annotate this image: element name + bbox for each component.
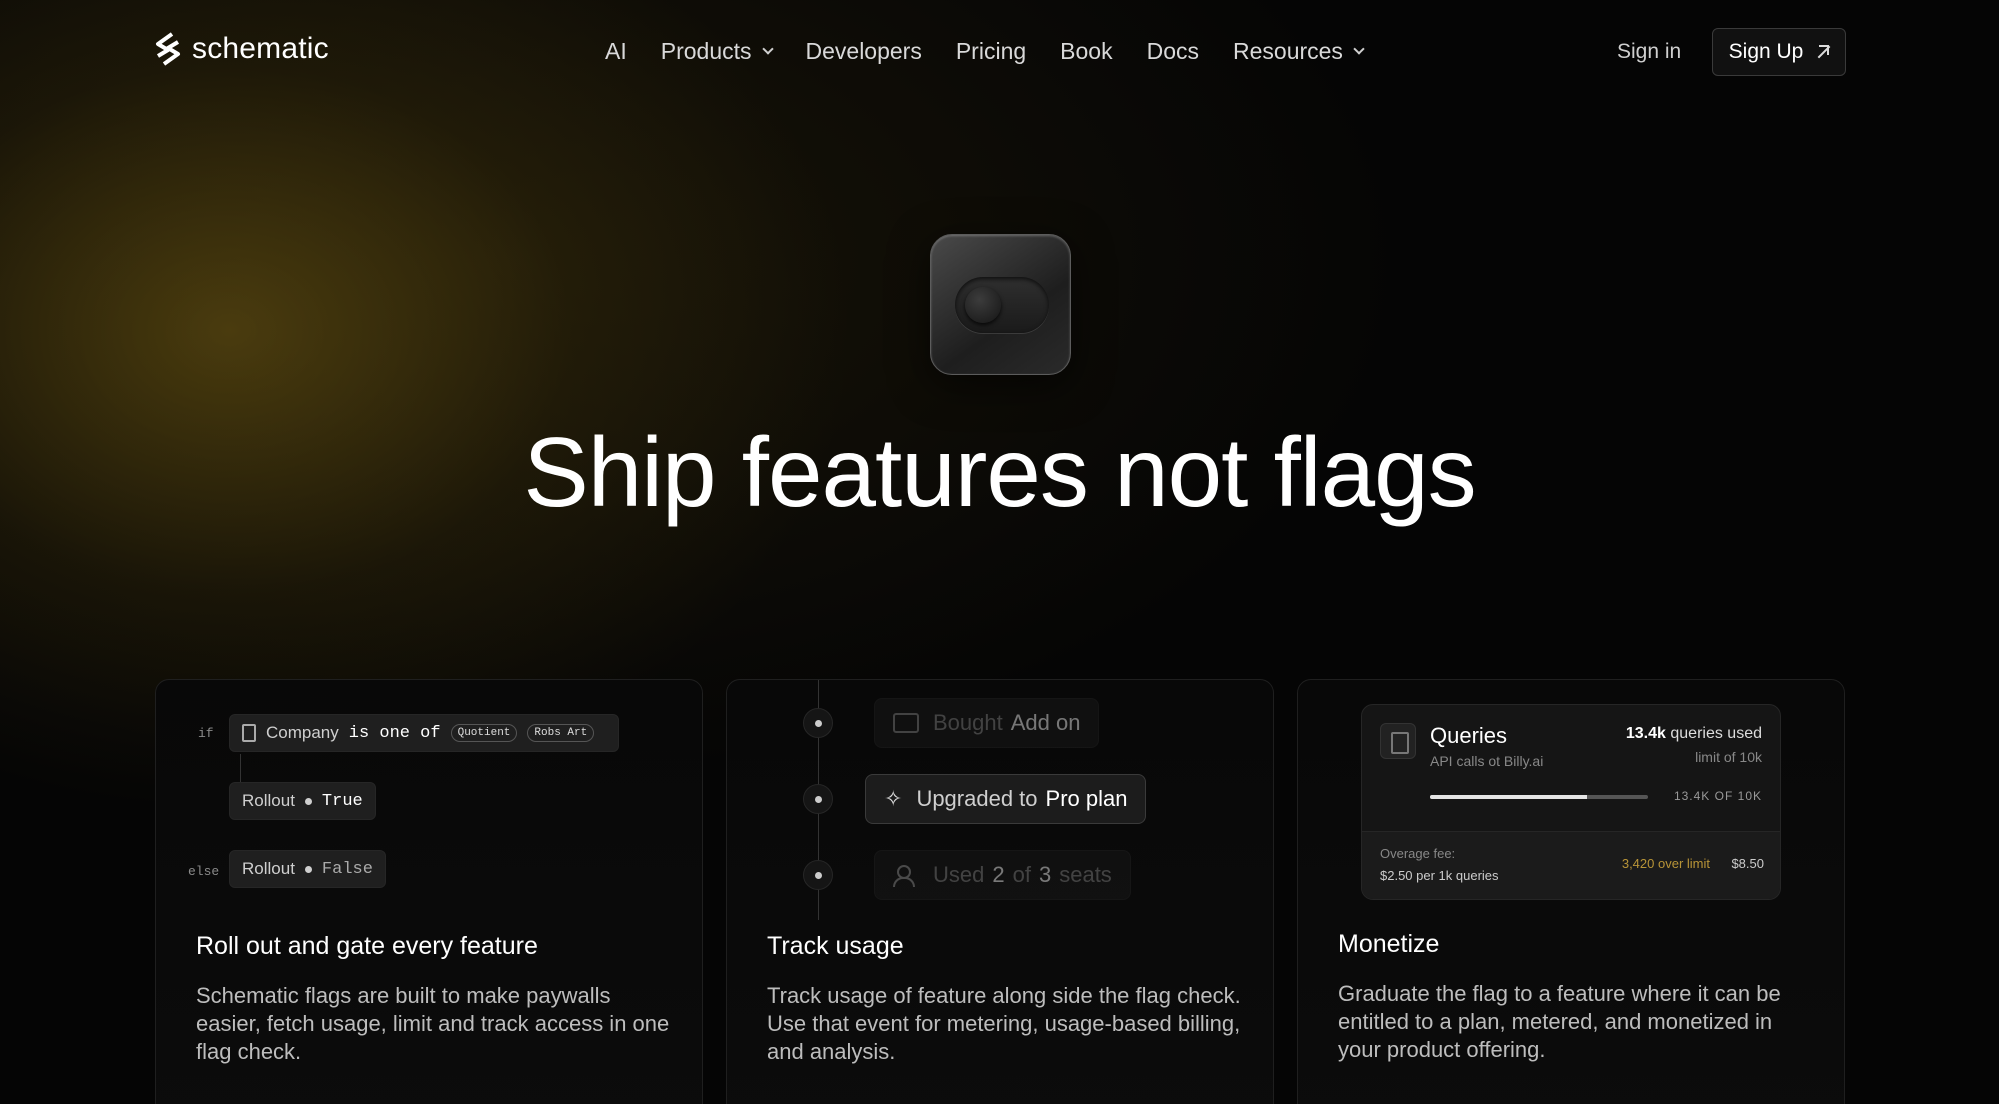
brand-logo[interactable]: schematic: [154, 32, 329, 66]
toggle-track: [955, 277, 1049, 333]
overage-rate: $2.50 per 1k queries: [1380, 868, 1499, 883]
event-highlight: 2: [992, 862, 1005, 887]
event-highlight: Pro plan: [1045, 786, 1128, 811]
over-limit-badge: 3,420 over limit: [1621, 856, 1710, 871]
event-bought-add-on: Bought Add on: [874, 698, 1100, 748]
rollout-false-value: False: [321, 859, 373, 879]
nav-pricing-label: Pricing: [955, 38, 1027, 64]
schematic-logo-icon: [156, 32, 180, 66]
card-description: Schematic flags are built to make paywal…: [196, 983, 670, 1064]
usage-bar-label: 13.4K OF 10K: [1673, 789, 1762, 803]
else-keyword: else: [188, 864, 220, 879]
connector-line: [240, 754, 241, 782]
bullet-icon: [304, 797, 312, 805]
feature-card-rollout: if Company is one of Quotient Robs Art R…: [155, 679, 703, 1104]
event-highlight-2: 3: [1038, 862, 1052, 887]
toggle-knob: [965, 287, 1001, 323]
queries-panel: Queries API calls ot Billy.ai 13.4k quer…: [1361, 704, 1781, 900]
card-description: Graduate the flag to a feature where it …: [1338, 981, 1781, 1062]
card-description: Track usage of feature along side the fl…: [767, 983, 1241, 1064]
sign-up-button[interactable]: Sign Up: [1712, 28, 1846, 76]
card-title: Monetize: [1338, 930, 1440, 958]
chevron-down-icon: [1353, 43, 1365, 55]
top-nav: schematic AI Products Developers Pricing…: [0, 0, 1999, 104]
queries-used: 13.4k queries used: [1626, 725, 1762, 743]
rollout-label: Rollout: [242, 859, 295, 878]
sign-up-label: Sign Up: [1728, 40, 1804, 63]
queries-subtitle: API calls ot Billy.ai: [1430, 753, 1544, 769]
rollout-true-pill: Rollout True: [229, 782, 376, 820]
nav-links: AI Products Developers Pricing Book Docs…: [605, 38, 1397, 65]
queries-used-value: 13.4k: [1625, 725, 1666, 742]
nav-products-label: Products: [660, 38, 752, 64]
if-keyword: if: [198, 726, 214, 741]
condition-operator: is one of: [348, 723, 441, 743]
feature-card-usage: Bought Add on ✧ Upgraded to Pro plan Use…: [726, 679, 1274, 1104]
timeline-dot: [803, 784, 833, 814]
timeline-dot: [803, 708, 833, 738]
bullet-icon: [304, 865, 312, 873]
usage-progress-fill: [1430, 795, 1587, 799]
timeline-dot: [803, 860, 833, 890]
nav-resources[interactable]: Resources: [1233, 38, 1365, 65]
arrow-up-right-icon: [1815, 45, 1830, 59]
rollout-false-pill: Rollout False: [229, 850, 386, 888]
receipt-icon: [1380, 723, 1416, 759]
feature-card-monetize: Queries API calls ot Billy.ai 13.4k quer…: [1297, 679, 1845, 1104]
card-title: Roll out and gate every feature: [196, 932, 538, 960]
event-highlight: Add on: [1010, 710, 1081, 735]
event-prefix: Upgraded to: [916, 786, 1038, 811]
tag-robs-art: Robs Art: [527, 724, 595, 742]
event-upgraded-plan: ✧ Upgraded to Pro plan: [865, 774, 1147, 824]
overage-label: Overage fee:: [1380, 846, 1456, 861]
sparkle-icon: ✧: [884, 786, 903, 811]
condition-subject: Company: [266, 723, 339, 742]
queries-used-label: queries used: [1670, 725, 1762, 742]
nav-developers-label: Developers: [805, 38, 922, 64]
sign-in-link[interactable]: Sign in: [1617, 40, 1681, 64]
nav-ai-label: AI: [605, 38, 627, 64]
addon-icon: [893, 713, 919, 733]
nav-pricing[interactable]: Pricing: [956, 38, 1026, 65]
event-prefix: Used: [933, 862, 985, 887]
queries-limit: limit of 10k: [1695, 749, 1762, 765]
event-used-seats: Used 2 of 3 seats: [874, 850, 1131, 900]
nav-ai[interactable]: AI: [605, 38, 627, 65]
event-suffix: seats: [1059, 862, 1112, 887]
toggle-icon: [930, 234, 1071, 375]
hero-title: Ship features not flags: [523, 417, 1476, 527]
nav-book[interactable]: Book: [1060, 38, 1112, 65]
users-icon: [893, 865, 919, 887]
building-icon: [242, 724, 256, 742]
brand-name: schematic: [192, 32, 329, 65]
overage-footer: Overage fee: $2.50 per 1k queries 3,420 …: [1362, 831, 1780, 899]
usage-progress-bar: [1430, 795, 1648, 799]
nav-developers[interactable]: Developers: [806, 38, 922, 65]
queries-title: Queries: [1430, 723, 1508, 748]
nav-resources-label: Resources: [1233, 38, 1343, 64]
nav-docs-label: Docs: [1146, 38, 1199, 64]
chevron-down-icon: [761, 43, 774, 55]
nav-docs[interactable]: Docs: [1147, 38, 1199, 65]
card-title: Track usage: [767, 932, 904, 960]
rollout-label: Rollout: [242, 791, 295, 810]
nav-products[interactable]: Products: [660, 38, 774, 65]
nav-book-label: Book: [1060, 38, 1113, 64]
condition-pill: Company is one of Quotient Robs Art: [229, 714, 619, 752]
tag-quotient: Quotient: [450, 724, 518, 742]
event-prefix: Bought: [933, 710, 1003, 735]
event-mid: of: [1012, 862, 1031, 887]
overage-fee: $8.50: [1731, 856, 1764, 871]
rollout-true-value: True: [321, 791, 363, 811]
